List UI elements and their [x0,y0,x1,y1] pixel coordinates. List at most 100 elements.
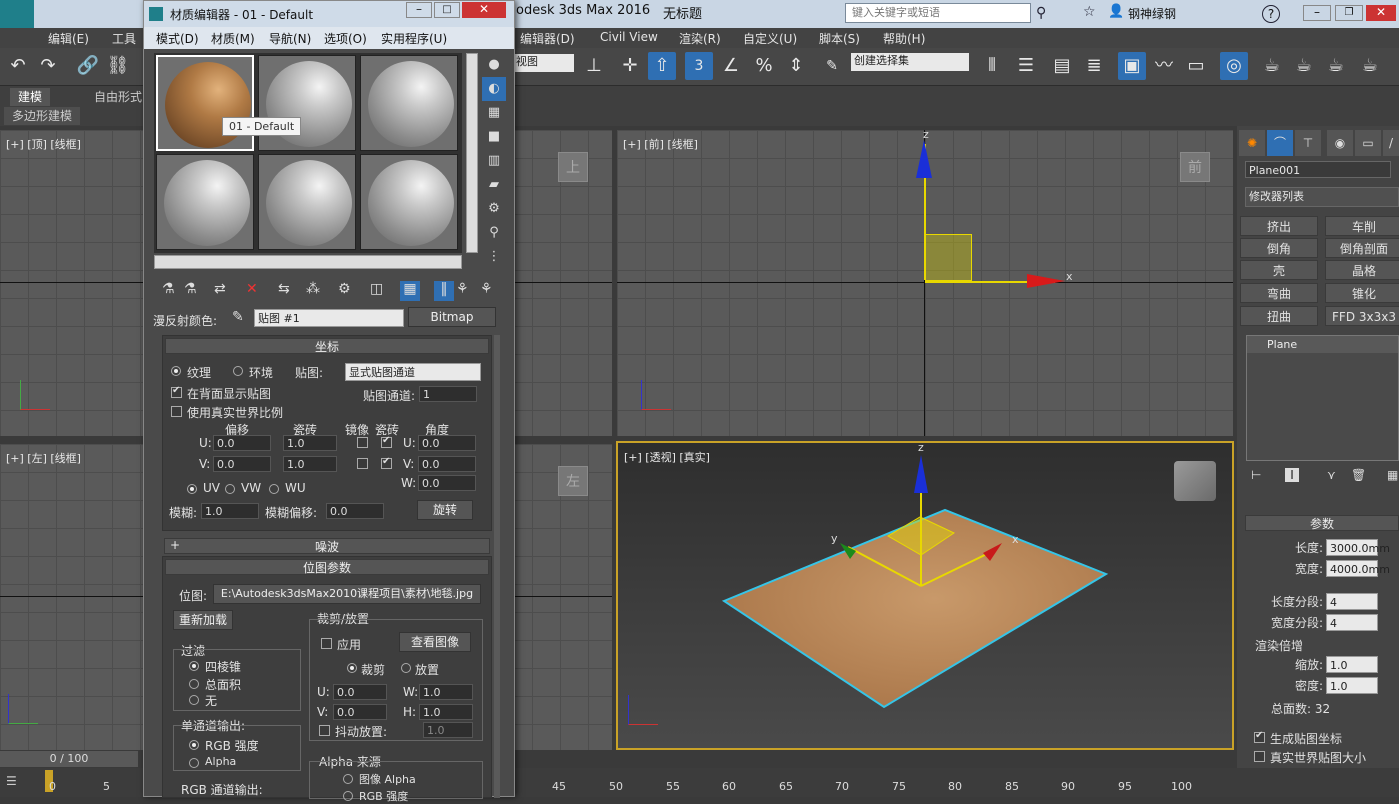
modifier-button[interactable]: 扭曲 [1240,306,1318,326]
modifier-button[interactable]: 晶格 [1325,260,1399,280]
spinner-snap-icon[interactable]: ⇕ [782,52,810,80]
u-tiling-spinner[interactable]: 1.0 [283,435,337,451]
environ-radio[interactable] [233,366,243,376]
length-segs-spinner[interactable]: 4 [1326,593,1378,610]
menu-render[interactable]: 渲染(R) [679,30,721,47]
schematic-view-icon[interactable]: ▭ [1182,52,1210,80]
u-tile-checkbox[interactable] [381,435,392,448]
material-id-icon[interactable]: ◫ [370,281,383,297]
menu-tools[interactable]: 工具 [112,30,136,47]
make-preview-icon[interactable]: ▰ [482,173,506,197]
select-manipulate-icon[interactable]: ⇧ [648,52,676,80]
make-copy-icon[interactable]: ⇆ [278,281,290,297]
edit-named-sel-icon[interactable]: ✎ [818,52,846,80]
real-world-map-checkbox[interactable] [1254,751,1265,762]
view-cube[interactable]: 前 [1180,152,1210,182]
width-segs-spinner[interactable]: 4 [1326,614,1378,631]
v-mirror-checkbox[interactable] [357,458,368,469]
gizmo-z-arrow[interactable] [916,140,932,178]
crop-h-spinner[interactable]: 1.0 [419,704,473,720]
med-menu-options[interactable]: 选项(O) [324,30,367,47]
material-editor-titlebar[interactable]: 材质编辑器 - 01 - Default – □ ✕ [144,1,514,27]
assign-to-selection-icon[interactable]: ⇄ [214,281,226,297]
modifier-button[interactable]: 弯曲 [1240,283,1318,303]
sample-slot[interactable] [258,55,356,151]
view-cube[interactable]: 左 [558,466,588,496]
render-icon[interactable]: ☕ [1322,52,1350,80]
eyedropper-icon[interactable]: ✎ [232,309,244,325]
show-shaded-map-icon[interactable]: ▦ [400,281,420,301]
scene-plane-svg[interactable]: z y x [618,443,1232,748]
sample-slot[interactable] [360,55,458,151]
jitter-spinner[interactable]: 1.0 [423,722,473,738]
go-to-parent-icon[interactable]: ⚘ [456,281,469,297]
viewport-label[interactable]: [+] [前] [线框] [623,136,698,152]
expand-icon[interactable]: + [170,538,180,552]
make-unique-icon[interactable]: ⁂ [306,281,320,297]
mirror-icon[interactable]: ⫴ [978,52,1006,80]
crop-u-spinner[interactable]: 0.0 [333,684,387,700]
noise-rollout-header[interactable]: 噪波 [164,538,490,554]
get-material-icon[interactable]: ⚗ [162,281,175,297]
width-spinner[interactable]: 4000.0mm [1326,560,1390,577]
bitmap-params-header[interactable]: 位图参数 [165,559,489,575]
vw-radio[interactable] [225,484,235,494]
v-tile-checkbox[interactable] [381,456,392,469]
time-slider[interactable]: 0 / 100 [0,751,138,767]
ribbon-sub-poly[interactable]: 多边形建模 [4,107,81,125]
rgb-intensity2-radio[interactable] [343,791,353,801]
sample-slot[interactable] [360,154,458,250]
sample-slot[interactable] [156,55,254,151]
place-radio[interactable] [401,663,411,673]
image-alpha-radio[interactable] [343,774,353,784]
make-unique-icon[interactable]: ⋎ [1327,468,1336,482]
material-editor-icon[interactable]: ◎ [1220,52,1248,80]
slots-v-scrollbar[interactable] [466,53,478,253]
viewport-front[interactable]: [+] [前] [线框] 前 z x [617,130,1233,436]
material-map-nav-icon[interactable]: ⋮ [482,245,506,269]
modifier-button[interactable]: 车削 [1325,216,1399,236]
scene-explorer-icon[interactable]: ≣ [1080,52,1108,80]
star-icon[interactable]: ☆ [1083,4,1096,20]
sat-radio[interactable] [189,679,199,689]
percent-snap-icon[interactable]: % [750,52,778,80]
video-check-icon[interactable]: ▥ [482,149,506,173]
map-name-dropdown[interactable]: 贴图 #1 [254,309,404,327]
restore-button[interactable]: ❐ [1335,5,1363,21]
modify-tab-icon[interactable]: ⌒ [1267,130,1293,156]
med-close-button[interactable]: ✕ [462,2,506,18]
modifier-button[interactable]: 挤出 [1240,216,1318,236]
go-forward-sibling-icon[interactable]: ⚘ [480,281,493,297]
med-menu-material[interactable]: 材质(M) [211,30,255,47]
uv-tiling-icon[interactable]: ■ [482,125,506,149]
layer-explorer-icon[interactable]: ☰ [6,774,17,788]
snap-toggle-icon[interactable]: 3 [685,52,713,80]
align-icon[interactable]: ☰ [1012,52,1040,80]
v-tiling-spinner[interactable]: 1.0 [283,456,337,472]
u-offset-spinner[interactable]: 0.0 [213,435,271,451]
menu-editors[interactable]: 编辑器(D) [520,30,575,47]
jitter-checkbox[interactable] [319,725,330,736]
options-icon[interactable]: ⚙ [482,197,506,221]
pivot-icon[interactable]: ⊥ [580,52,608,80]
ribbon-tab-modeling[interactable]: 建模 [10,88,51,106]
apply-checkbox[interactable] [321,638,332,649]
backlight-icon[interactable]: ◐ [482,77,506,101]
modifier-button[interactable]: 倒角 [1240,238,1318,258]
modifier-list-dropdown[interactable]: 修改器列表 [1245,187,1399,207]
angle-snap-icon[interactable]: ∠ [717,52,745,80]
ribbon-toggle-icon[interactable]: ▣ [1118,52,1146,80]
hierarchy-tab-icon[interactable]: ⊤ [1295,130,1321,156]
stack-item-plane[interactable]: Plane [1247,336,1398,353]
pin-stack-icon[interactable]: ⊢ [1251,468,1261,482]
reset-map-icon[interactable]: ✕ [246,281,258,297]
params-rollout-header[interactable]: 参数 [1245,515,1399,531]
redo-icon[interactable]: ↷ [34,52,62,80]
v-angle-spinner[interactable]: 0.0 [418,456,476,472]
material-editor-window[interactable]: 材质编辑器 - 01 - Default – □ ✕ 模式(D) 材质(M) 导… [143,0,515,803]
show-end-icon[interactable]: I [1285,468,1299,482]
crop-radio[interactable] [347,663,357,673]
object-name-field[interactable]: Plane001 [1245,161,1391,178]
user-name[interactable]: 钢神绿钢 [1128,5,1176,22]
map-channel-spinner[interactable]: 1 [419,386,477,402]
